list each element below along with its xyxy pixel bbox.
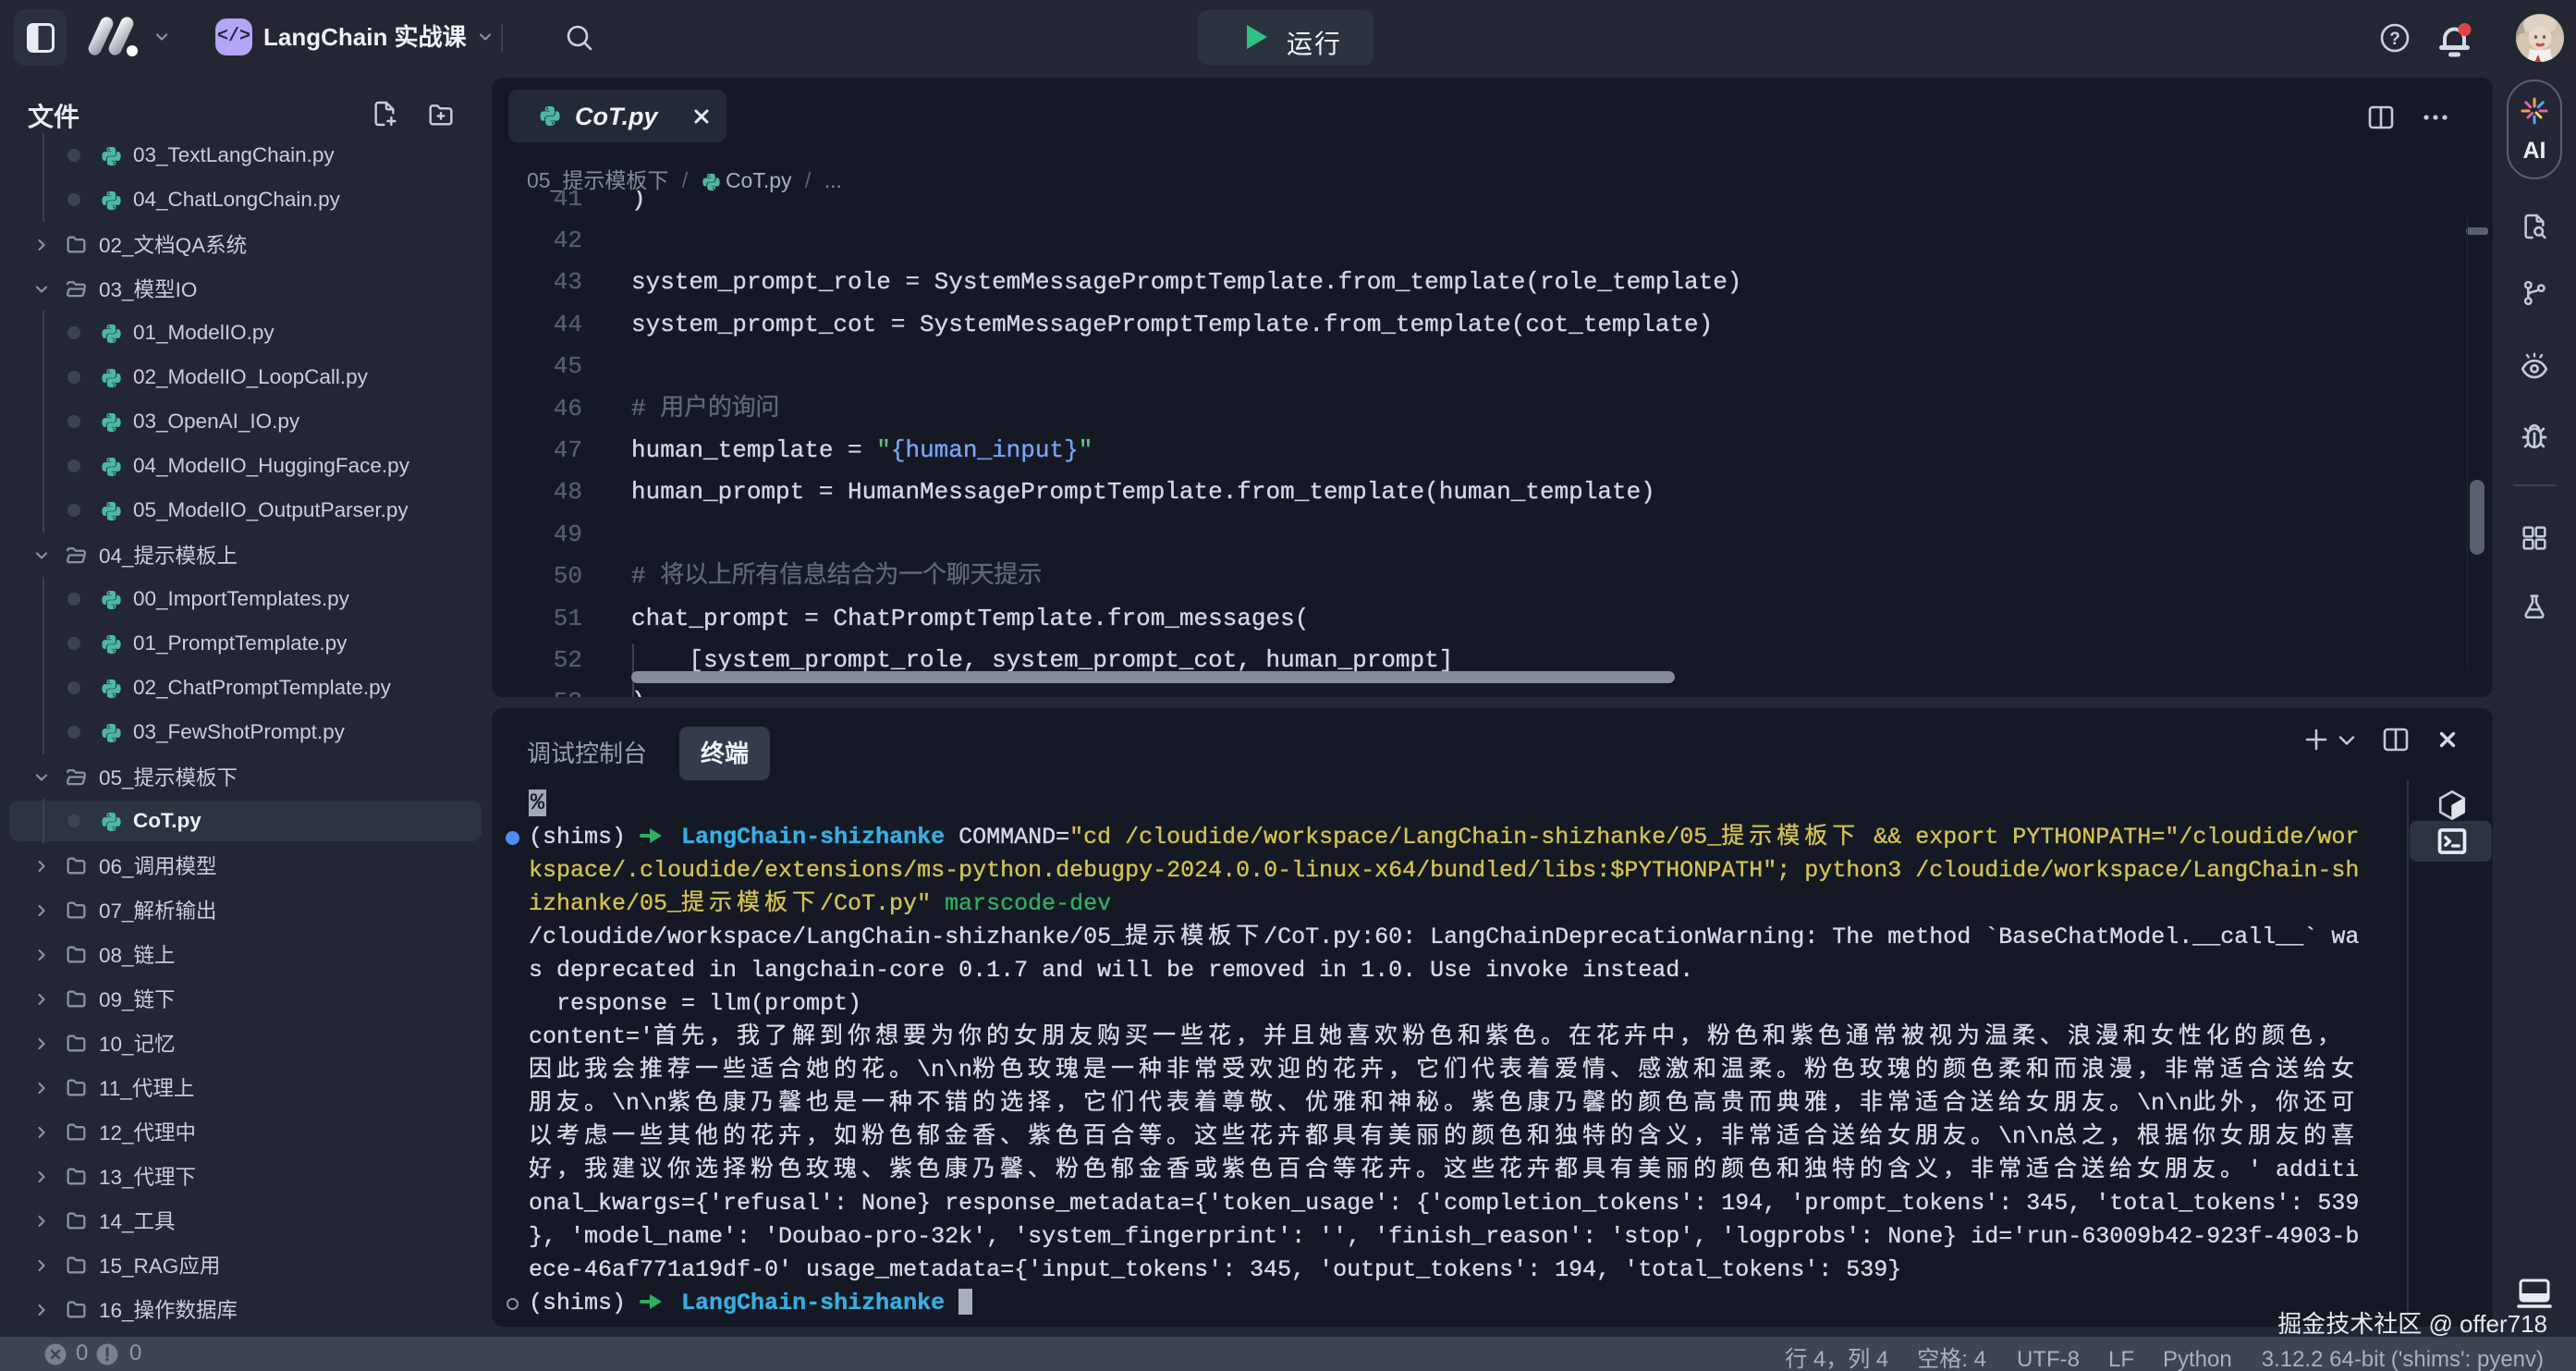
svg-text:?: ? <box>2389 30 2400 49</box>
